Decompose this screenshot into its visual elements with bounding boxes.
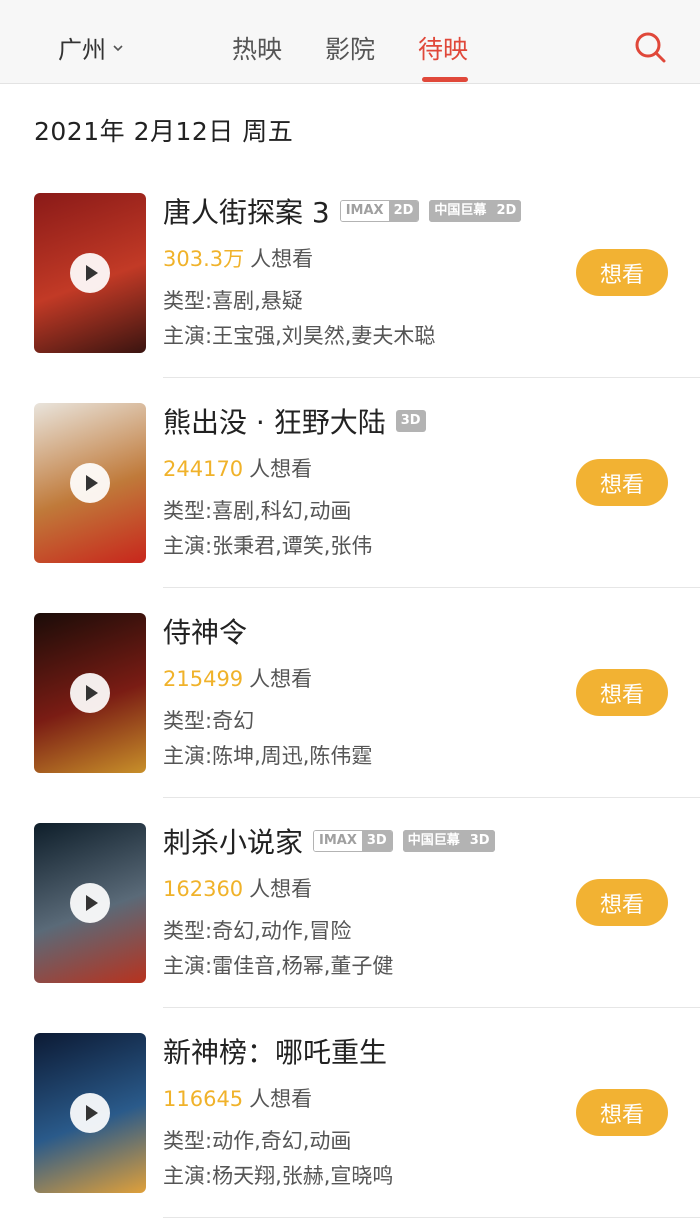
movie-cast: 主演:王宝强,刘昊然,妻夫木聪: [163, 324, 436, 348]
movie-genre: 类型:喜剧,科幻,动画: [163, 499, 352, 523]
want-to-watch-button[interactable]: 想看: [576, 459, 668, 506]
city-selector[interactable]: 广州: [58, 30, 124, 65]
movie-title[interactable]: 侍神令: [163, 611, 247, 651]
want-to-watch-button[interactable]: 想看: [576, 879, 668, 926]
movie-item-4[interactable]: 刺杀小说家 IMAX 3D 中国巨幕 3D 162360 人想看 类型:奇幻,动作,冒险…: [0, 823, 700, 1033]
divider: [163, 797, 700, 798]
want-suffix: 人想看: [249, 667, 313, 691]
play-trailer-icon[interactable]: [70, 1093, 110, 1133]
want-count-row: 162360 人想看: [163, 873, 312, 903]
movie-title-row: 刺杀小说家 IMAX 3D 中国巨幕 3D: [163, 823, 495, 859]
tab-cinemas[interactable]: 影院: [325, 30, 375, 66]
movie-title[interactable]: 新神榜：哪吒重生: [163, 1031, 387, 1071]
movie-cast: 主演:杨天翔,张赫,宣晓鸣: [163, 1164, 394, 1188]
want-to-watch-button[interactable]: 想看: [576, 249, 668, 296]
city-label: 广州: [58, 36, 106, 64]
divider: [163, 587, 700, 588]
movie-title-row: 侍神令: [163, 613, 247, 649]
tab-coming-soon[interactable]: 待映: [418, 30, 468, 66]
active-tab-indicator: [422, 77, 468, 82]
format-badge-dimension: 2D: [491, 200, 522, 222]
want-suffix: 人想看: [249, 1087, 313, 1111]
movie-poster[interactable]: [34, 1033, 146, 1193]
want-suffix: 人想看: [249, 877, 313, 901]
movie-genre: 类型:喜剧,悬疑: [163, 289, 303, 313]
want-count: 162360: [163, 877, 244, 901]
want-to-watch-button[interactable]: 想看: [576, 1089, 668, 1136]
want-count: 244170: [163, 457, 244, 481]
movie-poster[interactable]: [34, 613, 146, 773]
divider: [163, 1007, 700, 1008]
want-suffix: 人想看: [249, 457, 313, 481]
want-suffix: 人想看: [250, 247, 314, 271]
play-trailer-icon[interactable]: [70, 883, 110, 923]
tab-now-showing[interactable]: 热映: [232, 30, 282, 66]
movie-cast: 主演:张秉君,谭笑,张伟: [163, 534, 373, 558]
format-badge: IMAX 3D: [313, 830, 393, 852]
movie-item-1[interactable]: 唐人街探案 3 IMAX 2D 中国巨幕 2D 303.3万 人想看 类型:喜剧,悬疑 …: [0, 193, 700, 403]
format-badge-dimension: 3D: [361, 831, 392, 851]
format-badge-label: 3D: [395, 410, 426, 432]
chevron-down-icon: [113, 44, 123, 51]
format-badge-label: IMAX: [314, 831, 362, 851]
format-badge-label: 中国巨幕: [429, 200, 492, 222]
movie-poster[interactable]: [34, 403, 146, 563]
movie-title[interactable]: 刺杀小说家: [163, 821, 303, 861]
format-badge: IMAX 2D: [339, 200, 420, 222]
play-trailer-icon[interactable]: [70, 463, 110, 503]
movie-genre: 类型:奇幻: [163, 709, 255, 733]
search-icon[interactable]: [633, 30, 667, 64]
want-count-row: 303.3万 人想看: [163, 243, 313, 273]
movie-item-2[interactable]: 熊出没 · 狂野大陆 3D 244170 人想看 类型:喜剧,科幻,动画 主演:张…: [0, 403, 700, 613]
movie-title[interactable]: 唐人街探案 3: [163, 191, 330, 231]
top-nav-bar: 广州 热映 影院 待映: [0, 0, 700, 84]
movie-title-row: 新神榜：哪吒重生: [163, 1033, 387, 1069]
movie-item-3[interactable]: 侍神令 215499 人想看 类型:奇幻 主演:陈坤,周迅,陈伟霆 想看: [0, 613, 700, 823]
movie-title-row: 熊出没 · 狂野大陆 3D: [163, 403, 426, 439]
movie-poster[interactable]: [34, 823, 146, 983]
want-count: 215499: [163, 667, 244, 691]
movie-genre: 类型:动作,奇幻,动画: [163, 1129, 352, 1153]
format-badge: 3D: [395, 410, 426, 432]
want-count: 116645: [163, 1087, 244, 1111]
movie-genre: 类型:奇幻,动作,冒险: [163, 919, 352, 943]
movie-cast: 主演:陈坤,周迅,陈伟霆: [163, 744, 373, 768]
divider: [163, 1217, 700, 1218]
format-badge-dimension: 2D: [388, 201, 419, 221]
movie-title[interactable]: 熊出没 · 狂野大陆: [163, 401, 386, 441]
format-badge-dimension: 3D: [464, 830, 495, 852]
want-to-watch-button[interactable]: 想看: [576, 669, 668, 716]
play-trailer-icon[interactable]: [70, 253, 110, 293]
want-count-row: 244170 人想看: [163, 453, 312, 483]
movie-item-5[interactable]: 新神榜：哪吒重生 116645 人想看 类型:动作,奇幻,动画 主演:杨天翔,张赫…: [0, 1033, 700, 1226]
format-badge-label: 中国巨幕: [402, 830, 465, 852]
format-badge-label: IMAX: [340, 201, 389, 221]
release-date-header: 2021年 2月12日 周五: [34, 117, 294, 146]
format-badge: 中国巨幕 2D: [429, 200, 522, 222]
movie-cast: 主演:雷佳音,杨幂,董子健: [163, 954, 394, 978]
want-count-row: 116645 人想看: [163, 1083, 312, 1113]
format-badge: 中国巨幕 3D: [402, 830, 495, 852]
movie-poster[interactable]: [34, 193, 146, 353]
movie-title-row: 唐人街探案 3 IMAX 2D 中国巨幕 2D: [163, 191, 522, 231]
play-trailer-icon[interactable]: [70, 673, 110, 713]
want-count: 303.3万: [163, 247, 245, 271]
divider: [163, 377, 700, 378]
want-count-row: 215499 人想看: [163, 663, 312, 693]
